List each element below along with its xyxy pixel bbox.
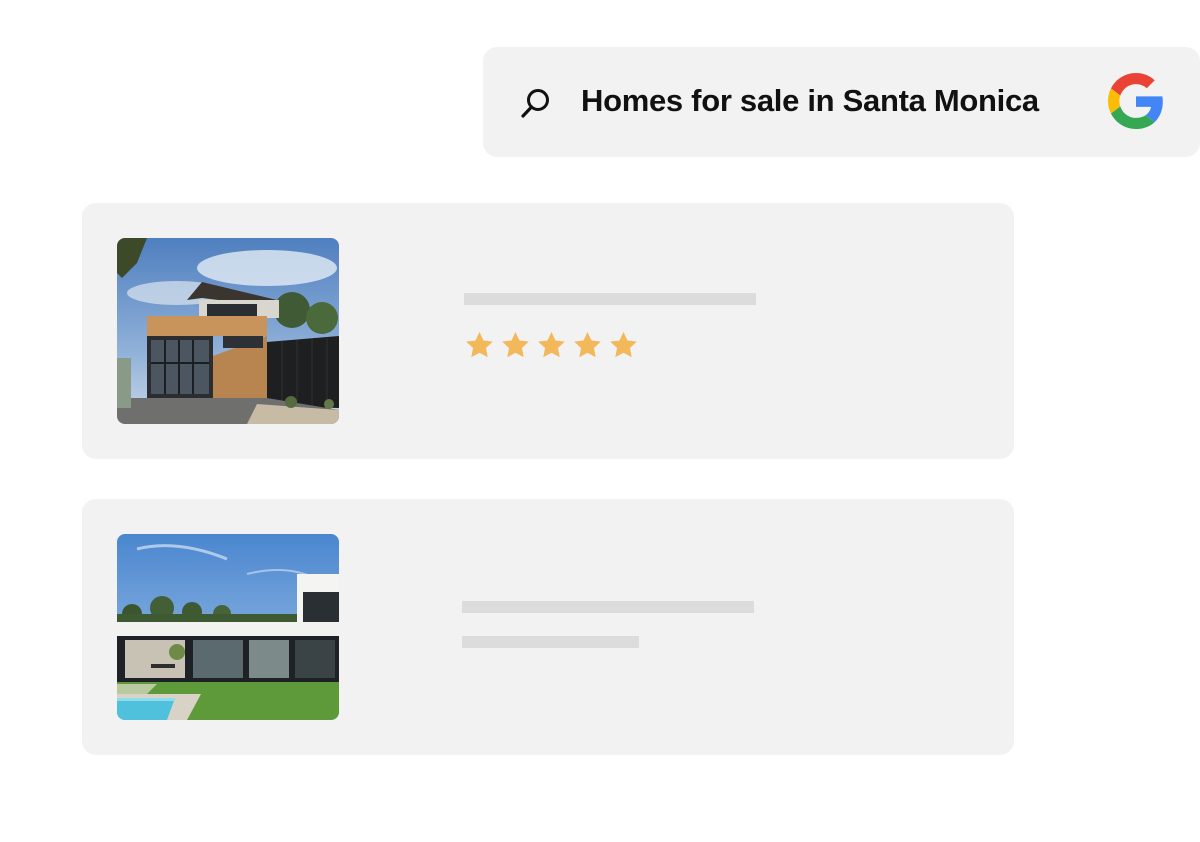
- result-card[interactable]: [82, 499, 1014, 755]
- page: Homes for sale in Santa Monica: [0, 0, 1200, 842]
- star-icon: [538, 331, 565, 358]
- title-placeholder: [464, 293, 756, 305]
- search-query[interactable]: Homes for sale in Santa Monica: [581, 80, 1039, 122]
- search-icon[interactable]: [519, 86, 553, 120]
- star-icon: [502, 331, 529, 358]
- result-thumbnail[interactable]: [117, 534, 339, 720]
- star-icon: [466, 331, 493, 358]
- star-icon: [574, 331, 601, 358]
- star-rating: [464, 330, 639, 361]
- result-card[interactable]: [82, 203, 1014, 459]
- house-photo-2: [117, 534, 339, 720]
- house-photo-1: [117, 238, 339, 424]
- subtitle-placeholder: [462, 636, 639, 648]
- google-icon: [1108, 73, 1163, 129]
- title-placeholder: [462, 601, 754, 613]
- star-icon: [610, 331, 637, 358]
- result-thumbnail[interactable]: [117, 238, 339, 424]
